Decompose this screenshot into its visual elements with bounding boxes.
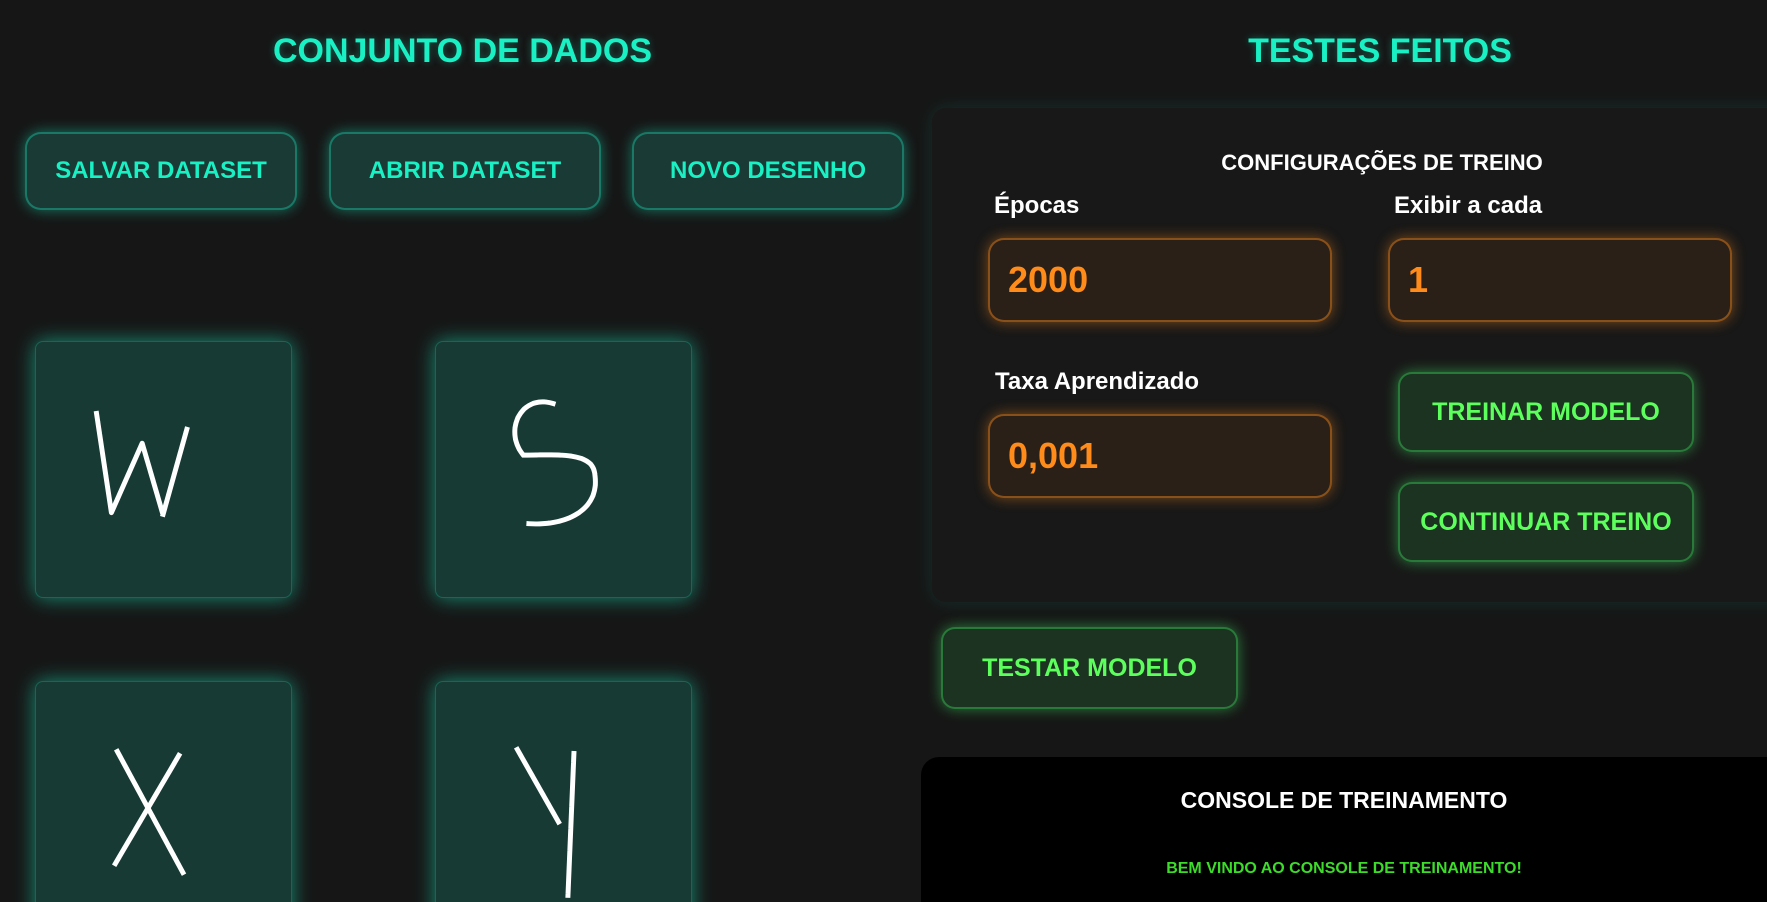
- continue-training-button[interactable]: CONTINUAR TREINO: [1398, 482, 1694, 562]
- epochs-input[interactable]: [988, 238, 1332, 322]
- letter-y-drawing: [513, 746, 577, 898]
- drawing-tile-y[interactable]: [435, 681, 692, 902]
- learning-rate-label: Taxa Aprendizado: [995, 368, 1200, 395]
- epochs-label: Épocas: [994, 192, 1080, 219]
- display-every-label: Exibir a cada: [1394, 192, 1543, 219]
- letter-s-drawing: [512, 399, 598, 527]
- new-drawing-button[interactable]: NOVO DESENHO: [632, 132, 904, 210]
- dataset-title: CONJUNTO DE DADOS: [272, 32, 653, 70]
- drawing-tile-s[interactable]: [435, 341, 692, 598]
- display-every-input[interactable]: [1388, 238, 1732, 322]
- letter-x-drawing: [111, 748, 187, 876]
- drawing-tile-x[interactable]: [35, 681, 292, 902]
- tests-title: TESTES FEITOS: [1248, 32, 1512, 70]
- learning-rate-input[interactable]: [988, 414, 1332, 498]
- drawing-tile-w[interactable]: [35, 341, 292, 598]
- letter-w-drawing: [93, 410, 190, 518]
- test-model-button[interactable]: TESTAR MODELO: [941, 627, 1238, 709]
- neural-trainer-app: CONJUNTO DE DADOS SALVAR DATASET ABRIR D…: [0, 0, 1767, 902]
- training-console: CONSOLE DE TREINAMENTO BEM VINDO AO CONS…: [921, 757, 1767, 902]
- open-dataset-button[interactable]: ABRIR DATASET: [329, 132, 601, 210]
- training-config-title: CONFIGURAÇÕES DE TREINO: [1221, 150, 1543, 175]
- console-title: CONSOLE DE TREINAMENTO: [1180, 787, 1508, 813]
- console-line: BEM VINDO AO CONSOLE DE TREINAMENTO!: [1166, 860, 1522, 877]
- save-dataset-button[interactable]: SALVAR DATASET: [25, 132, 297, 210]
- train-model-button[interactable]: TREINAR MODELO: [1398, 372, 1694, 452]
